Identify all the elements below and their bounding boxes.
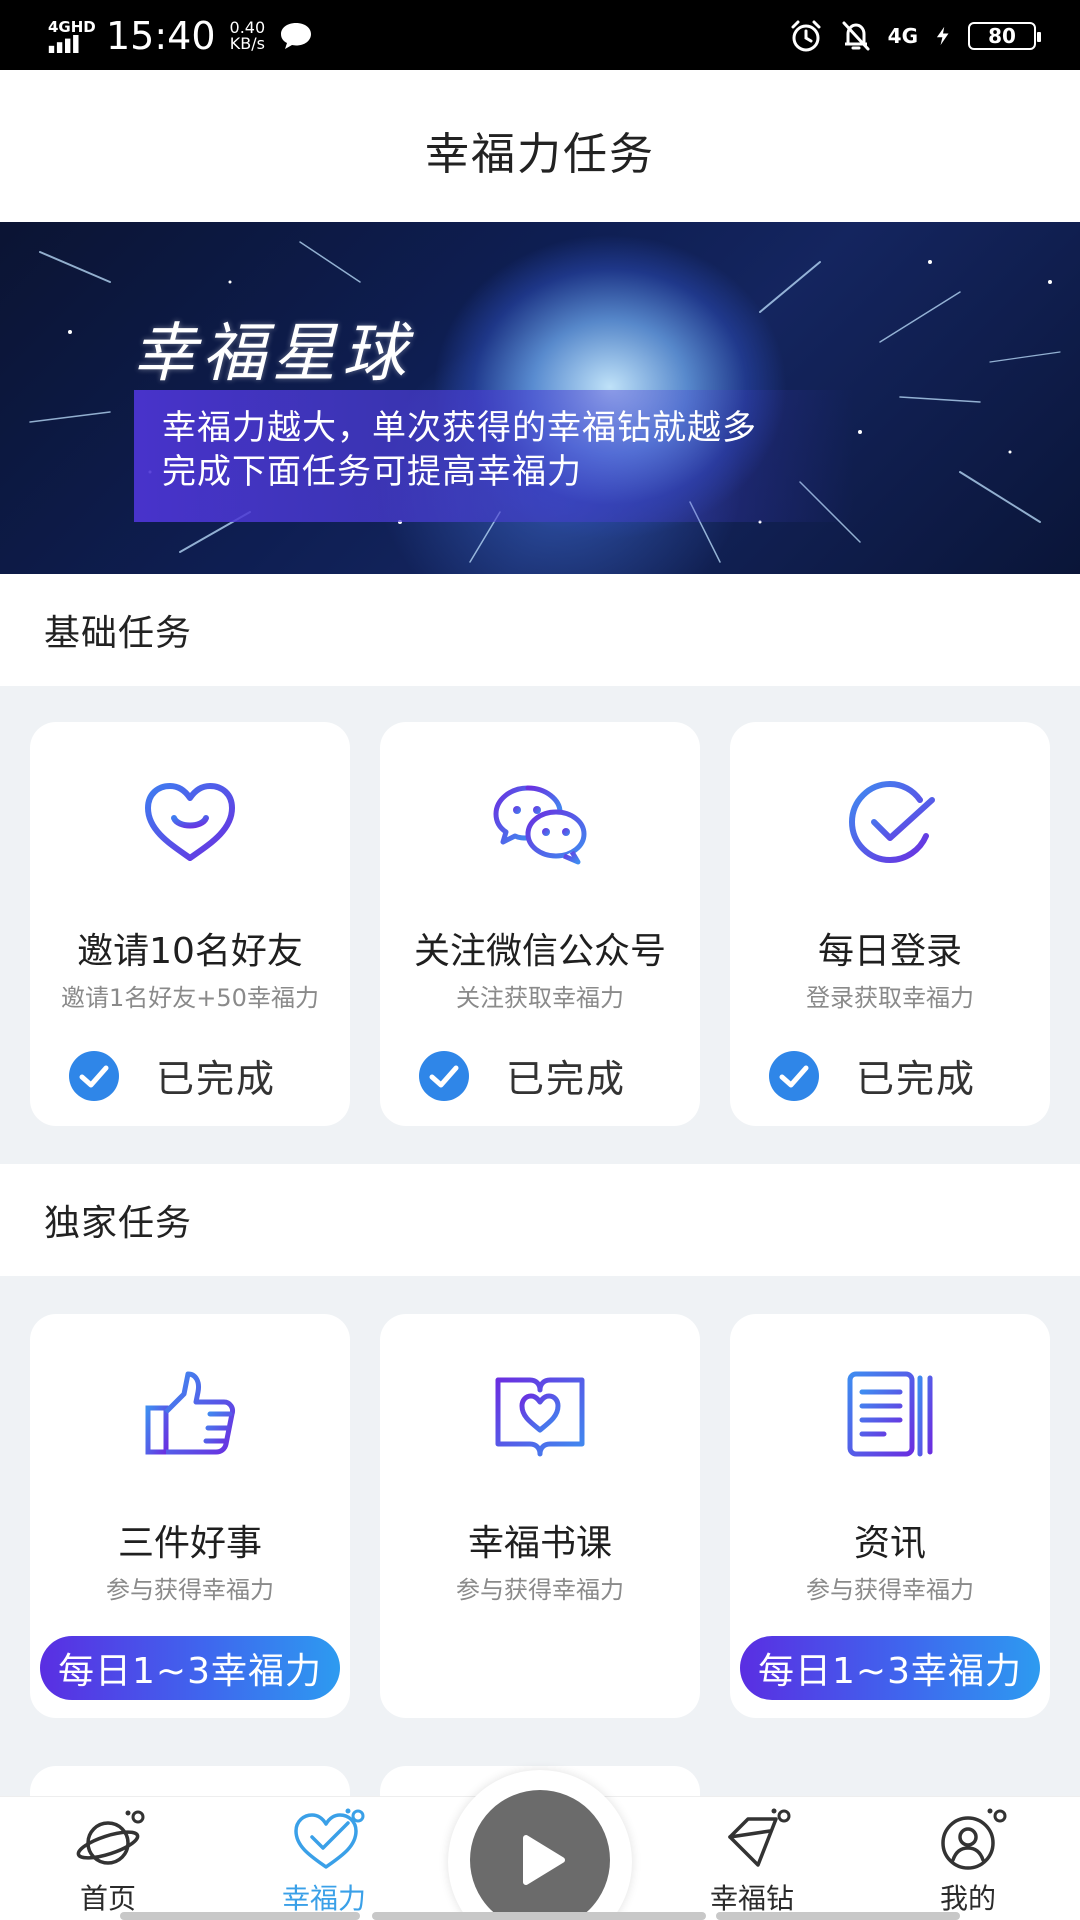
status-label: 已完成: [156, 1057, 277, 1101]
task-card-news[interactable]: 资讯 参与获得幸福力 每日1~3幸福力: [730, 1314, 1050, 1718]
clock: 15:40: [106, 14, 216, 58]
exclusive-tasks-header: 独家任务: [0, 1164, 1080, 1276]
exclusive-tasks-title: 独家任务: [44, 1203, 193, 1244]
gesture-bar-right: [716, 1912, 960, 1920]
wechat-icon: [493, 785, 587, 865]
thumbs-up-icon: [145, 1371, 235, 1455]
nav-item-home[interactable]: 首页: [28, 1797, 188, 1920]
check-circle-icon: [848, 780, 935, 864]
diamond-icon: [728, 1808, 791, 1867]
check-badge-icon: [419, 1050, 469, 1101]
nav-item-diamond[interactable]: 幸福钻: [672, 1797, 832, 1920]
task-title: 资讯: [853, 1523, 926, 1564]
user-icon: [941, 1808, 1007, 1870]
signal-indicator: 4GHD: [48, 18, 96, 53]
basic-tasks-header: 基础任务: [0, 574, 1080, 686]
speed-unit: KB/s: [229, 34, 265, 53]
gesture-bar-center: [372, 1912, 706, 1920]
task-subtitle: 参与获得幸福力: [106, 1576, 274, 1604]
task-card-follow-wechat[interactable]: 关注微信公众号 关注获取幸福力 已完成: [380, 722, 700, 1126]
nav-label: 首页: [79, 1882, 136, 1915]
alarm-icon: [791, 20, 821, 52]
reward-badge: 每日1~3幸福力: [40, 1636, 340, 1700]
planet-icon: [76, 1810, 145, 1865]
task-subtitle: 邀请1名好友+50幸福力: [61, 984, 319, 1012]
task-subtitle: 登录获取幸福力: [806, 984, 974, 1012]
signal-bars-icon: [48, 35, 79, 53]
status-label: 已完成: [506, 1057, 627, 1101]
task-subtitle: 参与获得幸福力: [456, 1576, 624, 1604]
mute-bell-icon: [842, 21, 870, 51]
exclusive-tasks-area: 三件好事 参与获得幸福力 每日1~3幸福力 幸福书课 参与获得幸福力 资讯 参与…: [0, 1276, 1080, 1886]
banner-title: 幸福星球: [132, 317, 412, 391]
page-header: 幸福力任务: [0, 70, 1080, 220]
basic-tasks-title: 基础任务: [44, 613, 193, 654]
banner[interactable]: 幸福星球 幸福力越大，单次获得的幸福钻就越多 完成下面任务可提高幸福力: [0, 222, 1080, 574]
news-icon: [847, 1371, 933, 1457]
nav-item-happiness[interactable]: 幸福力: [244, 1797, 404, 1920]
check-badge-icon: [769, 1050, 819, 1101]
task-title: 关注微信公众号: [413, 931, 666, 972]
banner-line-2: 完成下面任务可提高幸福力: [162, 452, 582, 492]
reward-badge: 每日1~3幸福力: [740, 1636, 1040, 1700]
banner-line-1: 幸福力越大，单次获得的幸福钻就越多: [162, 408, 757, 448]
charging-bolt-icon: [936, 26, 949, 46]
nav-label: 幸福钻: [709, 1882, 794, 1915]
task-subtitle: 参与获得幸福力: [806, 1576, 974, 1604]
task-card-happiness-book-class[interactable]: 幸福书课 参与获得幸福力: [380, 1314, 700, 1718]
play-button-core[interactable]: [470, 1790, 610, 1920]
task-title: 邀请10名好友: [77, 931, 303, 972]
heart-book-icon: [495, 1377, 585, 1457]
status-bar: 4GHD 15:40 0.40 KB/s 4G 80: [0, 0, 1080, 70]
heart-smile-icon: [145, 783, 235, 861]
app-screen: 4GHD 15:40 0.40 KB/s 4G 80 幸福力任务 幸福星球 幸福…: [0, 0, 1080, 1920]
play-icon: [523, 1835, 565, 1885]
task-card-three-good-things[interactable]: 三件好事 参与获得幸福力 每日1~3幸福力: [30, 1314, 350, 1718]
status-label: 已完成: [856, 1057, 977, 1101]
task-card-daily-login[interactable]: 每日登录 登录获取幸福力 已完成: [730, 722, 1050, 1126]
task-title: 每日登录: [817, 931, 962, 972]
nav-label: 幸福力: [281, 1882, 366, 1915]
completed-status: 已完成: [68, 1048, 276, 1103]
network-4g-label: 4G: [887, 24, 918, 48]
network-type-label: 4GHD: [48, 18, 96, 36]
nav-label: 我的: [939, 1882, 996, 1915]
basic-tasks-area: 邀请10名好友 邀请1名好友+50幸福力 已完成 关注微信公众号 关注获取幸福力…: [0, 686, 1080, 1164]
banner-description: 幸福力越大，单次获得的幸福钻就越多 完成下面任务可提高幸福力: [134, 390, 854, 522]
heart-check-icon: [294, 1808, 365, 1869]
battery-indicator: 80: [968, 22, 1041, 50]
battery-level: 80: [988, 24, 1016, 48]
page-title: 幸福力任务: [425, 129, 655, 180]
task-subtitle: 关注获取幸福力: [456, 984, 624, 1012]
task-title: 幸福书课: [467, 1523, 612, 1564]
completed-status: 已完成: [418, 1048, 626, 1103]
check-badge-icon: [69, 1050, 119, 1101]
gesture-bar-left: [120, 1912, 360, 1920]
task-card-invite-friends[interactable]: 邀请10名好友 邀请1名好友+50幸福力 已完成: [30, 722, 350, 1126]
completed-status: 已完成: [768, 1048, 976, 1103]
message-bubble-icon: [281, 23, 312, 49]
network-speed: 0.40 KB/s: [230, 20, 266, 52]
nav-item-profile[interactable]: 我的: [888, 1797, 1048, 1920]
task-title: 三件好事: [117, 1523, 262, 1564]
